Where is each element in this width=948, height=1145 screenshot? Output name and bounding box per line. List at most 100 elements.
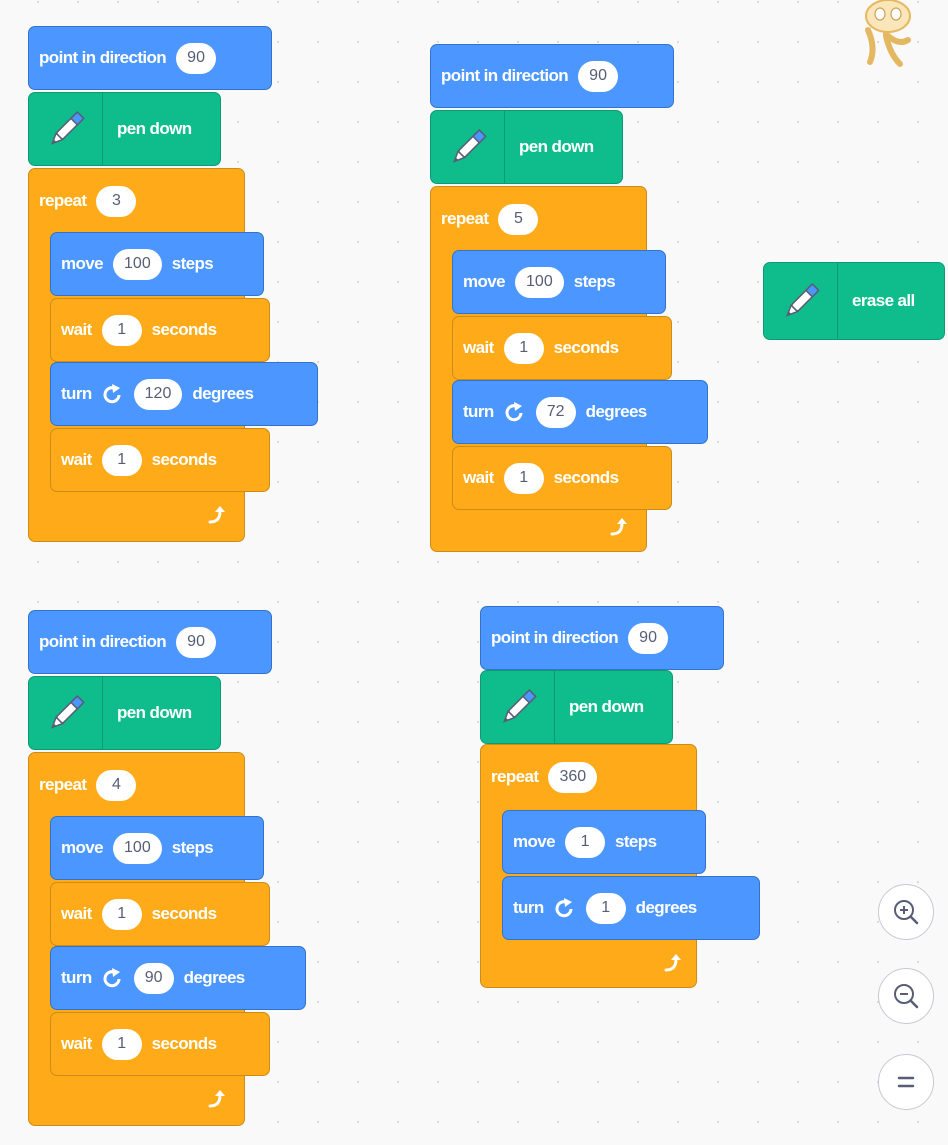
turn-right-block[interactable]: turn 1 degrees (502, 876, 760, 940)
block-label: point in direction (39, 632, 167, 651)
loop-arrow-icon (664, 954, 681, 972)
wait-block[interactable]: wait 1 seconds (452, 446, 672, 510)
pen-down-block[interactable]: pen down (28, 676, 221, 750)
block-label: repeat (441, 209, 489, 228)
block-label: move (463, 272, 506, 291)
block-label: repeat (39, 191, 87, 210)
block-label: point in direction (491, 628, 619, 647)
seconds-input[interactable]: 1 (101, 898, 142, 930)
degrees-input[interactable]: 90 (133, 962, 174, 994)
move-block[interactable]: move 100 steps (452, 250, 666, 314)
block-label: degrees (635, 898, 698, 917)
zoom-out-button[interactable] (878, 968, 934, 1024)
point-in-direction-block[interactable]: point in direction 90 (430, 44, 674, 108)
degrees-input[interactable]: 1 (585, 892, 626, 924)
block-label: turn (61, 968, 92, 987)
pen-down-block[interactable]: pen down (430, 110, 623, 184)
direction-input[interactable]: 90 (628, 622, 669, 654)
repeat-count-input[interactable]: 5 (498, 203, 539, 235)
point-in-direction-block[interactable]: point in direction 90 (28, 610, 272, 674)
rotate-right-icon (102, 967, 124, 989)
repeat-count-input[interactable]: 4 (96, 769, 137, 801)
move-block[interactable]: move 1 steps (502, 810, 706, 874)
seconds-input[interactable]: 1 (503, 332, 544, 364)
zoom-reset-button[interactable] (878, 1054, 934, 1110)
repeat-count-input[interactable]: 360 (548, 761, 598, 793)
seconds-input[interactable]: 1 (101, 444, 142, 476)
block-label: pen down (519, 137, 594, 156)
pen-icon (481, 671, 555, 743)
block-label: steps (171, 838, 214, 857)
repeat-count-input[interactable]: 3 (96, 185, 137, 217)
zoom-in-icon (894, 900, 919, 925)
block-label: degrees (183, 968, 246, 987)
block-label: wait (463, 338, 494, 357)
point-in-direction-block[interactable]: point in direction 90 (28, 26, 272, 90)
block-label: steps (573, 272, 616, 291)
block-label: steps (615, 832, 657, 851)
block-label: wait (463, 468, 494, 487)
block-label: seconds (151, 904, 217, 923)
point-in-direction-block[interactable]: point in direction 90 (480, 606, 724, 670)
block-label: repeat (39, 775, 87, 794)
block-label: wait (61, 320, 92, 339)
block-label: move (61, 838, 104, 857)
zoom-reset-icon (897, 1076, 915, 1088)
block-label: turn (61, 384, 92, 403)
degrees-input[interactable]: 120 (133, 378, 183, 410)
block-label: erase all (852, 291, 915, 310)
block-label: wait (61, 904, 92, 923)
block-label: pen down (117, 119, 192, 138)
block-label: degrees (192, 384, 254, 403)
block-label: steps (171, 254, 214, 273)
loop-arrow-icon (610, 518, 627, 536)
block-label: turn (463, 402, 494, 421)
seconds-input[interactable]: 1 (101, 1028, 142, 1060)
pen-icon (29, 677, 103, 749)
turn-right-block[interactable]: turn 90 degrees (50, 946, 306, 1010)
zoom-in-button[interactable] (878, 884, 934, 940)
block-label: seconds (553, 338, 619, 357)
wait-block[interactable]: wait 1 seconds (452, 316, 672, 380)
move-block[interactable]: move 100 steps (50, 232, 264, 296)
block-label: seconds (553, 468, 619, 487)
pen-icon (764, 263, 838, 339)
direction-input[interactable]: 90 (176, 42, 217, 74)
block-label: degrees (585, 402, 648, 421)
pen-icon (29, 93, 103, 165)
turn-right-block[interactable]: turn 72 degrees (452, 380, 708, 444)
rotate-right-icon (554, 897, 576, 919)
block-label: seconds (151, 450, 217, 469)
block-label: turn (513, 898, 544, 917)
wait-block[interactable]: wait 1 seconds (50, 1012, 270, 1076)
direction-input[interactable]: 90 (578, 60, 619, 92)
cat-sprite-icon (856, 0, 916, 75)
block-label: wait (61, 450, 92, 469)
zoom-out-icon (894, 984, 919, 1009)
direction-input[interactable]: 90 (176, 626, 217, 658)
seconds-input[interactable]: 1 (101, 314, 142, 346)
loop-arrow-icon (208, 1090, 225, 1108)
block-label: point in direction (441, 66, 569, 85)
block-label: repeat (491, 767, 539, 786)
wait-block[interactable]: wait 1 seconds (50, 428, 270, 492)
block-label: seconds (151, 320, 217, 339)
block-label: seconds (151, 1034, 217, 1053)
steps-input[interactable]: 100 (515, 266, 564, 298)
seconds-input[interactable]: 1 (503, 462, 544, 494)
wait-block[interactable]: wait 1 seconds (50, 298, 270, 362)
degrees-input[interactable]: 72 (535, 396, 576, 428)
steps-input[interactable]: 1 (565, 826, 606, 858)
turn-right-block[interactable]: turn 120 degrees (50, 362, 318, 426)
loop-arrow-icon (208, 506, 225, 524)
steps-input[interactable]: 100 (113, 832, 162, 864)
erase-all-block[interactable]: erase all (763, 262, 945, 340)
pen-down-block[interactable]: pen down (480, 670, 673, 744)
pen-down-block[interactable]: pen down (28, 92, 221, 166)
move-block[interactable]: move 100 steps (50, 816, 264, 880)
block-label: move (61, 254, 104, 273)
block-label: wait (61, 1034, 92, 1053)
pen-icon (431, 111, 505, 183)
wait-block[interactable]: wait 1 seconds (50, 882, 270, 946)
steps-input[interactable]: 100 (113, 248, 162, 280)
